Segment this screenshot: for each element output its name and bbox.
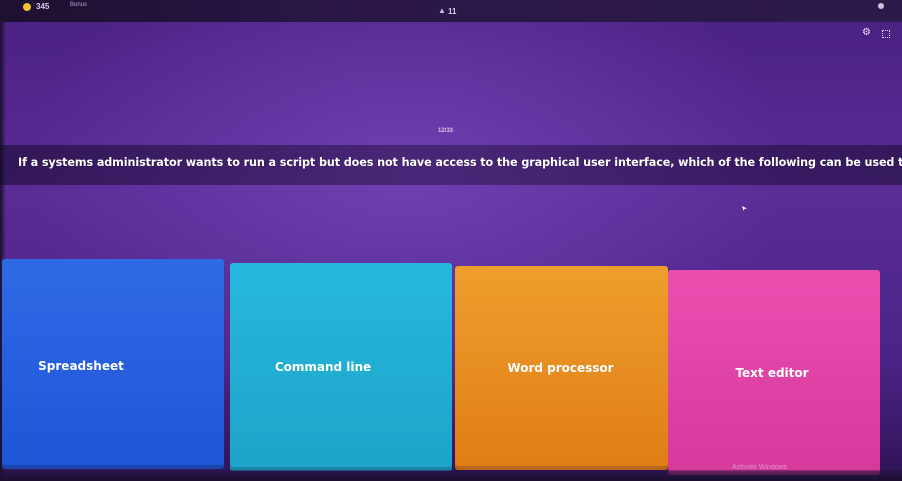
flame-icon: ▲ — [438, 6, 446, 15]
answer-option-word-processor[interactable]: Word processor — [455, 266, 668, 470]
answer-label: Word processor — [507, 361, 614, 375]
answer-option-text-editor[interactable]: Text editor — [668, 270, 880, 475]
streak-count: 11 — [448, 7, 457, 16]
bottom-edge — [0, 470, 902, 481]
gear-icon[interactable]: ⚙ — [862, 28, 872, 38]
mouse-cursor-icon — [742, 206, 747, 211]
activate-windows-watermark: Activate Windows — [732, 464, 788, 471]
fullscreen-icon[interactable] — [882, 30, 890, 38]
answer-option-spreadsheet[interactable]: Spreadsheet — [2, 259, 224, 469]
bonus-label: Bonus — [70, 2, 88, 8]
score-value: 345 — [36, 2, 50, 11]
answer-label: Text editor — [735, 365, 809, 380]
coin-icon — [23, 3, 31, 11]
answer-label: Command line — [274, 360, 372, 374]
menu-icon[interactable] — [878, 3, 884, 9]
question-text: If a systems administrator wants to run … — [18, 156, 902, 169]
answer-option-command-line[interactable]: Command line — [230, 263, 452, 471]
top-bar: 345 Bonus ▲ 11 — [0, 0, 902, 22]
answer-label: Spreadsheet — [38, 359, 124, 373]
quiz-screen: 345 Bonus ▲ 11 ⚙ 12/33 If a systems admi… — [0, 0, 902, 481]
question-counter: 12/33 — [438, 128, 454, 134]
